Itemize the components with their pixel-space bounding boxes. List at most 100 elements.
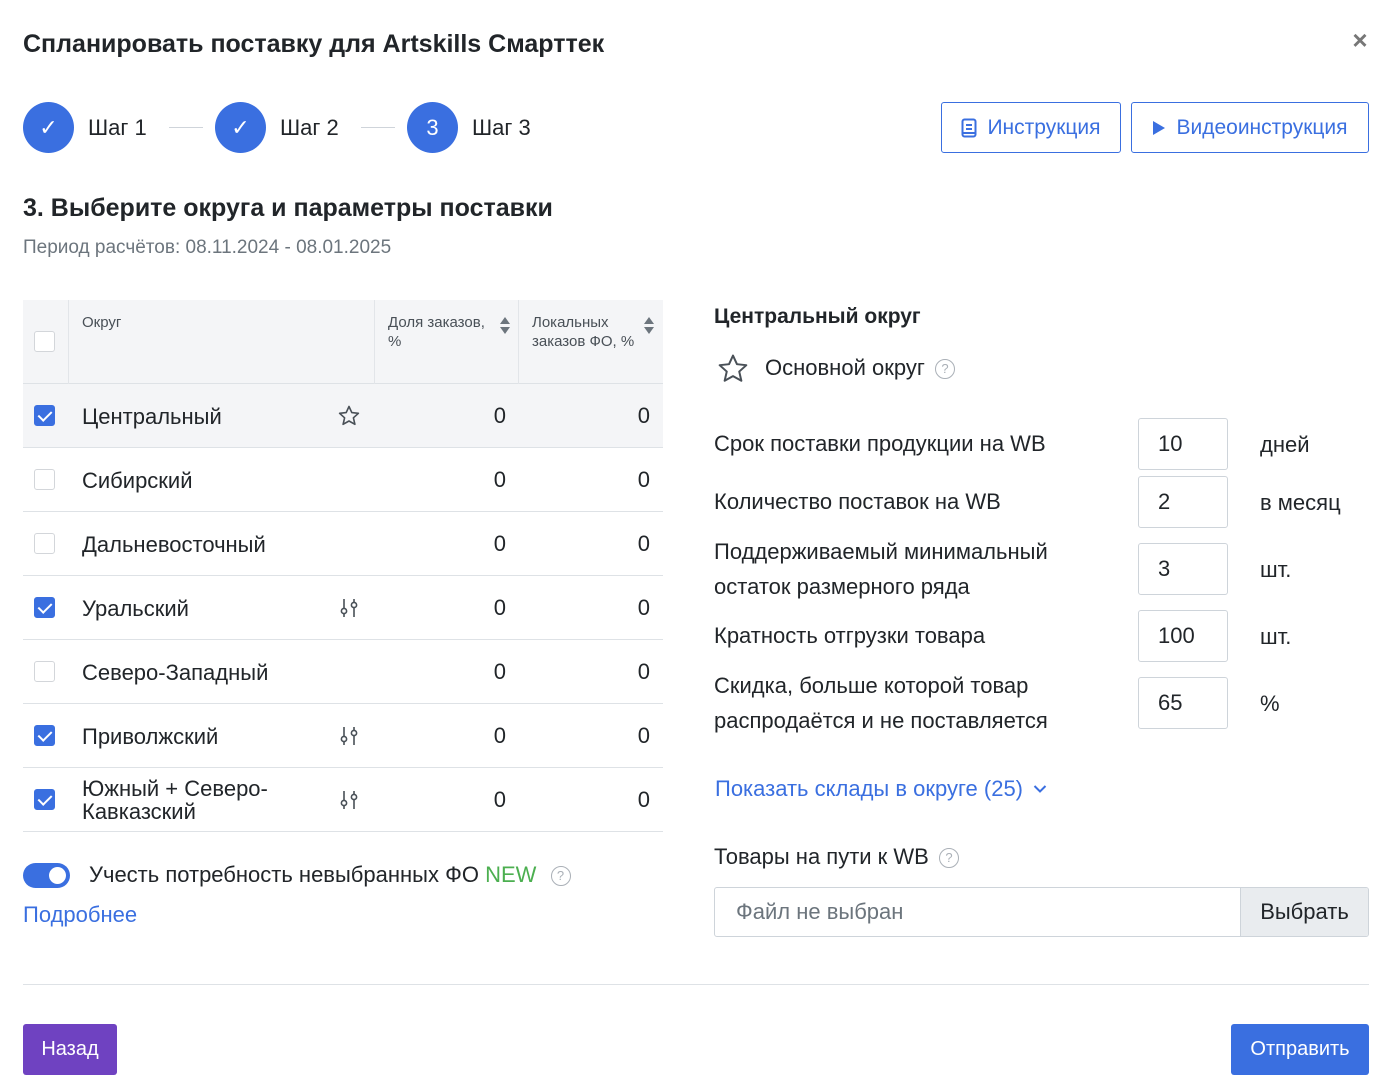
step-connector (169, 127, 203, 128)
param-unit: % (1260, 691, 1280, 716)
check-icon: ✓ (23, 102, 74, 153)
param-label: Кратность отгрузки товара (714, 618, 985, 653)
param-label-line: распродаётся и не поставляется (714, 708, 1048, 733)
send-button[interactable]: Отправить (1231, 1024, 1369, 1075)
modal-title: Спланировать поставку для Artskills Смар… (23, 30, 605, 58)
more-link[interactable]: Подробнее (23, 902, 137, 928)
show-warehouses-link[interactable]: Показать склады в округе (25) (715, 776, 1047, 802)
row-checkbox[interactable] (34, 533, 55, 554)
help-icon[interactable]: ? (550, 866, 571, 887)
step-2: ✓ Шаг 2 (215, 102, 339, 153)
video-instruction-label: Видеоинструкция (1176, 115, 1348, 139)
header-share[interactable]: Доля заказов, % (388, 300, 488, 384)
sort-icon[interactable] (644, 317, 654, 337)
local-value: 0 (637, 403, 650, 428)
table-row[interactable]: Центральный 0 0 (23, 384, 663, 448)
star-icon[interactable] (337, 404, 361, 428)
file-input[interactable]: Файл не выбран Выбрать (714, 887, 1369, 937)
chevron-down-icon (1033, 785, 1047, 793)
param-label: Срок поставки продукции на WB (714, 426, 1046, 461)
step-1: ✓ Шаг 1 (23, 102, 147, 153)
back-button[interactable]: Назад (23, 1024, 117, 1075)
table-row[interactable]: Уральский 0 0 (23, 576, 663, 640)
star-icon[interactable] (716, 352, 750, 386)
row-checkbox[interactable] (34, 405, 55, 426)
delivery-time-input[interactable] (1138, 418, 1228, 470)
main-district-label: Основной округ ? (765, 355, 955, 381)
param-unit: в месяц (1260, 490, 1341, 515)
sliders-icon[interactable] (337, 724, 361, 748)
district-name: Дальневосточный (82, 531, 266, 557)
local-value: 0 (637, 595, 650, 620)
district-name: Северо-Западный (82, 659, 269, 685)
main-district-text: Основной округ (765, 355, 925, 380)
param-unit: шт. (1260, 557, 1292, 582)
table-row[interactable]: Сибирский 0 0 (23, 448, 663, 512)
step-label: Шаг 1 (88, 114, 147, 140)
local-value: 0 (637, 723, 650, 748)
video-instruction-button[interactable]: Видеоинструкция (1131, 102, 1369, 153)
sort-icon[interactable] (500, 317, 510, 337)
table-row[interactable]: Дальневосточный 0 0 (23, 512, 663, 576)
param-label-line: Кратность отгрузки товара (714, 623, 986, 648)
goods-in-transit-text: Товары на пути к WB (714, 844, 929, 869)
show-warehouses-text: Показать склады в округе (25) (715, 776, 1023, 801)
step-number: 3 (407, 102, 458, 153)
share-value: 0 (493, 467, 506, 492)
param-label-line: Скидка, больше которой товар (714, 673, 1029, 698)
toggle-text: Учесть потребность невыбранных ФО (89, 862, 479, 887)
file-placeholder: Файл не выбран (736, 899, 904, 924)
help-icon[interactable]: ? (938, 848, 959, 869)
param-label: Количество поставок на WB (714, 484, 1001, 519)
share-value: 0 (493, 659, 506, 684)
local-value: 0 (637, 787, 650, 812)
row-checkbox[interactable] (34, 469, 55, 490)
table-row[interactable]: Приволжский 0 0 (23, 704, 663, 768)
select-all-checkbox[interactable] (34, 331, 55, 352)
row-checkbox[interactable] (34, 661, 55, 682)
play-icon (1153, 120, 1166, 135)
table-header: Округ Доля заказов, % Локальных заказов … (23, 300, 663, 384)
instruction-label: Инструкция (987, 115, 1101, 139)
choose-file-button[interactable]: Выбрать (1240, 888, 1368, 936)
param-label-line: Поддерживаемый минимальный (714, 539, 1048, 564)
table-row[interactable]: Южный + Северо-Кавказский 0 0 (23, 768, 663, 832)
district-name: Южный + Северо-Кавказский (82, 776, 268, 824)
share-value: 0 (493, 723, 506, 748)
district-name: Сибирский (82, 467, 193, 493)
step-3: 3 Шаг 3 (407, 102, 531, 153)
local-value: 0 (637, 467, 650, 492)
share-value: 0 (493, 595, 506, 620)
param-unit: дней (1260, 432, 1310, 457)
discount-threshold-input[interactable] (1138, 677, 1228, 729)
param-label-line: остаток размерного ряда (714, 574, 970, 599)
share-value: 0 (493, 787, 506, 812)
toggle-label: Учесть потребность невыбранных ФО NEW ? (89, 862, 571, 888)
close-icon[interactable]: × (1348, 27, 1372, 53)
shipment-multiplicity-input[interactable] (1138, 610, 1228, 662)
min-stock-input[interactable] (1138, 543, 1228, 595)
new-badge: NEW (485, 862, 537, 887)
share-value: 0 (493, 531, 506, 556)
param-label: Скидка, больше которой товар распродаётс… (714, 668, 1048, 738)
instruction-button[interactable]: Инструкция (941, 102, 1121, 153)
sliders-icon[interactable] (337, 788, 361, 812)
district-name: Уральский (82, 595, 189, 621)
section-title: 3. Выберите округа и параметры поставки (23, 194, 553, 222)
sliders-icon[interactable] (337, 596, 361, 620)
document-icon (961, 118, 977, 137)
unselected-districts-toggle[interactable] (23, 863, 70, 888)
row-checkbox[interactable] (34, 725, 55, 746)
row-checkbox[interactable] (34, 597, 55, 618)
share-value: 0 (493, 403, 506, 428)
deliveries-count-input[interactable] (1138, 476, 1228, 528)
row-checkbox[interactable] (34, 789, 55, 810)
calculation-period: Период расчётов: 08.11.2024 - 08.01.2025 (23, 237, 392, 258)
param-label-line: Количество поставок на WB (714, 489, 1001, 514)
header-local[interactable]: Локальных заказов ФО, % (532, 300, 637, 384)
district-name: Приволжский (82, 723, 219, 749)
help-icon[interactable]: ? (934, 359, 955, 380)
param-unit: шт. (1260, 624, 1292, 649)
district-name: Центральный (82, 403, 222, 429)
table-row[interactable]: Северо-Западный 0 0 (23, 640, 663, 704)
